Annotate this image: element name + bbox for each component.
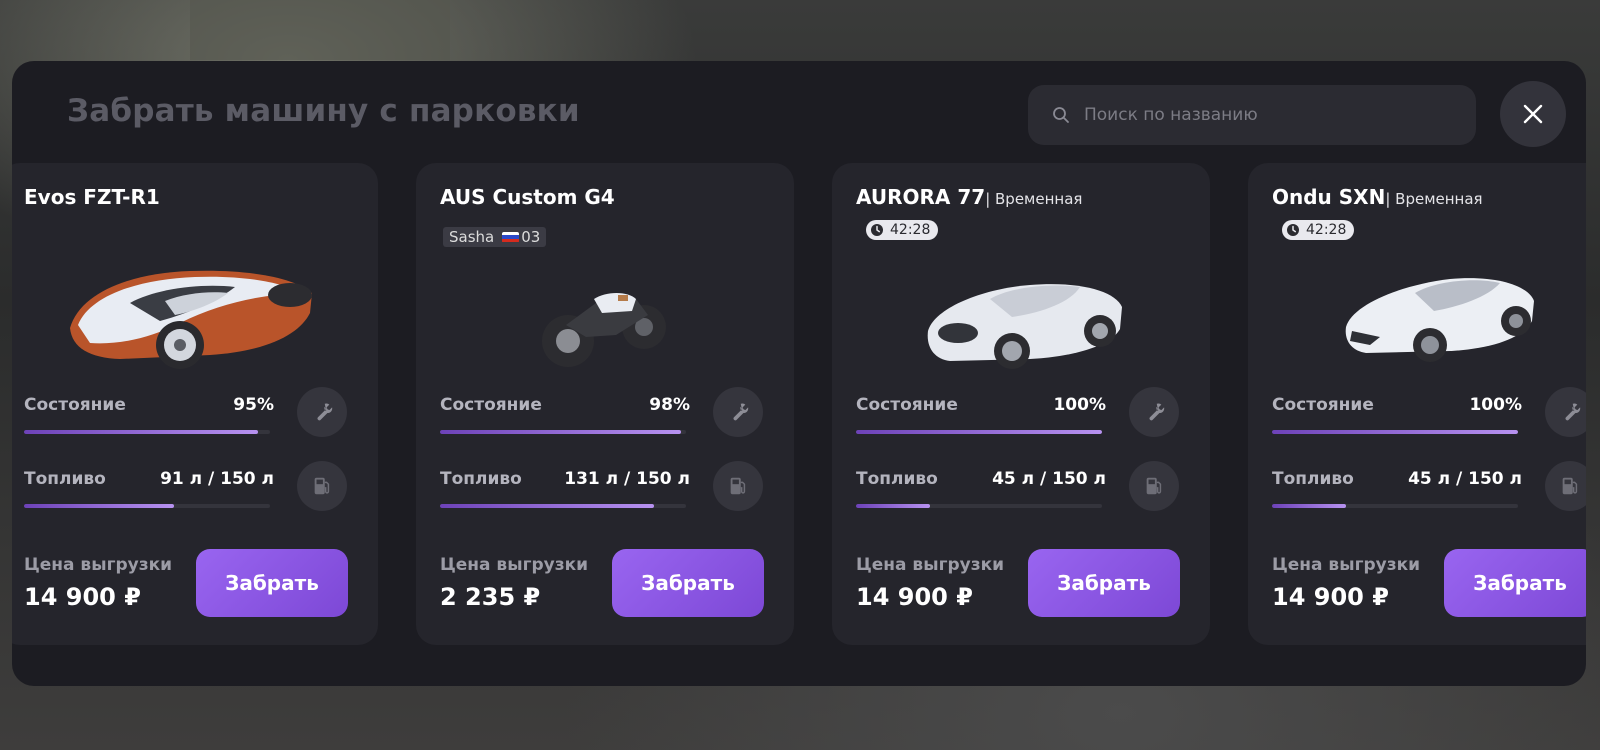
- fuel-icon: [730, 477, 746, 495]
- wrench-icon: [1565, 403, 1581, 421]
- clock-icon: [1287, 224, 1299, 236]
- search-box[interactable]: [1028, 85, 1476, 145]
- condition-bar-fill: [24, 430, 258, 434]
- condition-value: 100%: [1469, 395, 1522, 415]
- condition-value: 98%: [649, 395, 690, 415]
- fuel-value: 45 л / 150 л: [992, 469, 1106, 489]
- condition-bar: [440, 430, 686, 434]
- vehicle-name: AUS Custom G4: [440, 185, 615, 209]
- russia-flag-icon: [502, 231, 520, 243]
- refuel-button[interactable]: [1545, 461, 1586, 511]
- price-value: 2 235 ₽: [440, 583, 541, 611]
- plate-region: 03: [521, 228, 541, 246]
- fuel-bar-fill: [856, 504, 930, 508]
- take-button[interactable]: Забрать: [1444, 549, 1586, 617]
- condition-bar: [1272, 430, 1518, 434]
- condition-label: Состояние: [24, 395, 126, 415]
- condition-bar-fill: [1272, 430, 1518, 434]
- parking-modal: Забрать машину с парковки Evos FZT-R1: [12, 61, 1586, 686]
- search-icon: [1053, 107, 1069, 123]
- condition-bar-fill: [440, 430, 682, 434]
- close-button[interactable]: [1500, 81, 1566, 147]
- fuel-icon: [1146, 477, 1162, 495]
- vehicle-name-text: AURORA 77: [856, 185, 986, 209]
- close-icon: [1523, 104, 1543, 124]
- fuel-label: Топливо: [1272, 469, 1354, 489]
- refuel-button[interactable]: [1129, 461, 1179, 511]
- condition-label: Состояние: [856, 395, 958, 415]
- price-value: 14 900 ₽: [1272, 583, 1389, 611]
- price-label: Цена выгрузки: [1272, 555, 1421, 575]
- condition-label: Состояние: [1272, 395, 1374, 415]
- condition-value: 100%: [1053, 395, 1106, 415]
- price-label: Цена выгрузки: [24, 555, 173, 575]
- take-button[interactable]: Забрать: [1028, 549, 1180, 617]
- fuel-bar: [856, 504, 1102, 508]
- license-plate: Sasha 03: [443, 227, 547, 247]
- take-button[interactable]: Забрать: [612, 549, 764, 617]
- price-label: Цена выгрузки: [856, 555, 1005, 575]
- fuel-value: 45 л / 150 л: [1408, 469, 1522, 489]
- fuel-bar-fill: [440, 504, 655, 508]
- wrench-icon: [1149, 403, 1165, 421]
- background-scene: [190, 0, 450, 60]
- vehicle-image: [927, 284, 1122, 369]
- fuel-bar: [1272, 504, 1518, 508]
- vehicle-image: [1345, 278, 1534, 362]
- owner-name: Sasha: [449, 228, 495, 246]
- vehicle-image: [542, 293, 666, 367]
- rental-timer: 42:28: [866, 220, 939, 240]
- timer-value: 42:28: [1306, 222, 1347, 238]
- vehicle-name: AURORA 77| Временная: [856, 185, 1082, 209]
- vehicle-card: AUS Custom G4 Sasha 03 Состояние 98% Топ…: [416, 163, 794, 645]
- timer-value: 42:28: [890, 222, 931, 238]
- fuel-value: 131 л / 150 л: [564, 469, 690, 489]
- search-input[interactable]: [1082, 104, 1466, 126]
- repair-button[interactable]: [1545, 387, 1586, 437]
- fuel-icon: [1562, 477, 1578, 495]
- repair-button[interactable]: [1129, 387, 1179, 437]
- wrench-icon: [317, 403, 333, 421]
- price-label: Цена выгрузки: [440, 555, 589, 575]
- refuel-button[interactable]: [713, 461, 763, 511]
- refuel-button[interactable]: [297, 461, 347, 511]
- condition-bar: [24, 430, 270, 434]
- price-value: 14 900 ₽: [24, 583, 141, 611]
- vehicle-card: Evos FZT-R1 Состояние 95% Топливо 91 л /…: [12, 163, 378, 645]
- vehicle-name-text: Ondu SXN: [1272, 185, 1386, 209]
- fuel-bar: [440, 504, 686, 508]
- condition-label: Состояние: [440, 395, 542, 415]
- vehicle-name: Ondu SXN| Временная: [1272, 185, 1483, 209]
- fuel-bar: [24, 504, 270, 508]
- fuel-label: Топливо: [24, 469, 106, 489]
- fuel-icon: [314, 477, 330, 495]
- modal-title: Забрать машину с парковки: [67, 93, 580, 129]
- wrench-icon: [733, 403, 749, 421]
- condition-bar: [856, 430, 1102, 434]
- fuel-bar-fill: [24, 504, 175, 508]
- temporary-tag: | Временная: [1385, 190, 1483, 208]
- fuel-bar-fill: [1272, 504, 1346, 508]
- condition-bar-fill: [856, 430, 1102, 434]
- temporary-tag: | Временная: [985, 190, 1083, 208]
- vehicle-card: AURORA 77| Временная 42:28 Состояние 100…: [832, 163, 1210, 645]
- vehicle-image: [70, 270, 312, 369]
- clock-icon: [871, 224, 883, 236]
- vehicle-card: Ondu SXN| Временная 42:28 Состояние 100%…: [1248, 163, 1586, 645]
- repair-button[interactable]: [297, 387, 347, 437]
- repair-button[interactable]: [713, 387, 763, 437]
- take-button[interactable]: Забрать: [196, 549, 348, 617]
- fuel-label: Топливо: [440, 469, 522, 489]
- fuel-value: 91 л / 150 л: [160, 469, 274, 489]
- vehicle-name: Evos FZT-R1: [24, 185, 160, 209]
- fuel-label: Топливо: [856, 469, 938, 489]
- condition-value: 95%: [233, 395, 274, 415]
- price-value: 14 900 ₽: [856, 583, 973, 611]
- rental-timer: 42:28: [1282, 220, 1355, 240]
